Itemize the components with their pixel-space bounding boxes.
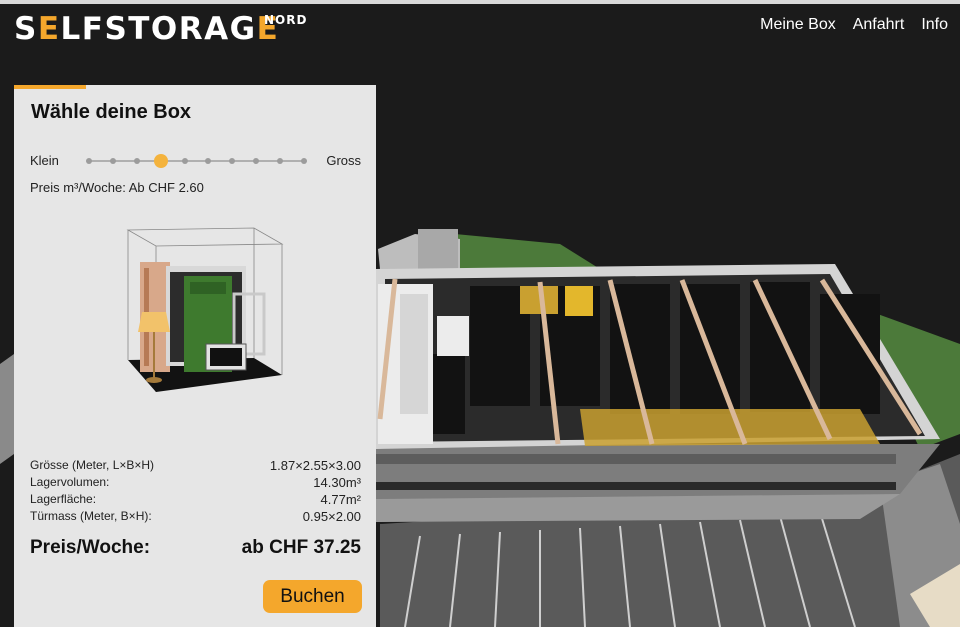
spec-row-door: Türmass (Meter, B×H): 0.95×2.00 bbox=[30, 509, 361, 526]
spec-label: Grösse (Meter, L×B×H) bbox=[30, 458, 155, 472]
brand-logo-wordmark: SELFSTORAGE bbox=[14, 11, 280, 47]
slider-step-dot[interactable] bbox=[301, 158, 307, 164]
box-selection-panel: Wähle deine Box Klein Gross Preis m³/Woc… bbox=[14, 85, 376, 627]
spec-value: 0.95×2.00 bbox=[302, 509, 361, 524]
slider-max-label: Gross bbox=[326, 153, 361, 168]
box-specs: Grösse (Meter, L×B×H) 1.87×2.55×3.00 Lag… bbox=[30, 458, 361, 526]
slider-step-dot[interactable] bbox=[205, 158, 212, 164]
price-per-m3: Preis m³/Woche: Ab CHF 2.60 bbox=[30, 180, 204, 195]
spec-label: Lagerfläche: bbox=[30, 492, 97, 506]
nav-anfahrt[interactable]: Anfahrt bbox=[853, 16, 905, 34]
spec-row-size: Grösse (Meter, L×B×H) 1.87×2.55×3.00 bbox=[30, 458, 361, 475]
panel-title: Wähle deine Box bbox=[31, 101, 192, 123]
slider-step-dot[interactable] bbox=[229, 158, 236, 164]
slider-step-dot[interactable] bbox=[253, 158, 260, 164]
spec-row-area: Lagerfläche: 4.77m² bbox=[30, 492, 361, 509]
slider-step-dot[interactable] bbox=[109, 158, 116, 164]
book-button[interactable]: Buchen bbox=[263, 580, 362, 613]
nav-meine-box[interactable]: Meine Box bbox=[760, 16, 836, 34]
spec-value: 4.77m² bbox=[320, 492, 361, 507]
slider-step-dot[interactable] bbox=[181, 158, 188, 164]
slider-step-dot[interactable] bbox=[86, 158, 92, 164]
spec-label: Lagervolumen: bbox=[30, 475, 110, 489]
brand-logo-sub: NORD bbox=[264, 13, 308, 27]
price-week-value: ab CHF 37.25 bbox=[241, 537, 361, 558]
slider-thumb[interactable] bbox=[153, 154, 168, 168]
nav-info[interactable]: Info bbox=[921, 16, 948, 34]
price-week-label: Preis/Woche: bbox=[30, 537, 151, 558]
spec-value: 14.30m³ bbox=[313, 475, 361, 490]
main-nav: Meine Box Anfahrt Info bbox=[760, 16, 948, 34]
slider-track[interactable] bbox=[86, 154, 307, 168]
slider-step-dot[interactable] bbox=[133, 158, 140, 164]
size-slider[interactable]: Klein Gross bbox=[30, 152, 361, 170]
spec-value: 1.87×2.55×3.00 bbox=[269, 458, 361, 473]
panel-accent-bar bbox=[14, 85, 86, 89]
slider-min-label: Klein bbox=[30, 153, 59, 168]
slider-step-dot[interactable] bbox=[277, 158, 284, 164]
box-preview-image bbox=[126, 227, 284, 392]
spec-label: Türmass (Meter, B×H): bbox=[30, 509, 152, 523]
site-header: SELFSTORAGE NORD Meine Box Anfahrt Info bbox=[0, 4, 960, 54]
spec-row-volume: Lagervolumen: 14.30m³ bbox=[30, 475, 361, 492]
